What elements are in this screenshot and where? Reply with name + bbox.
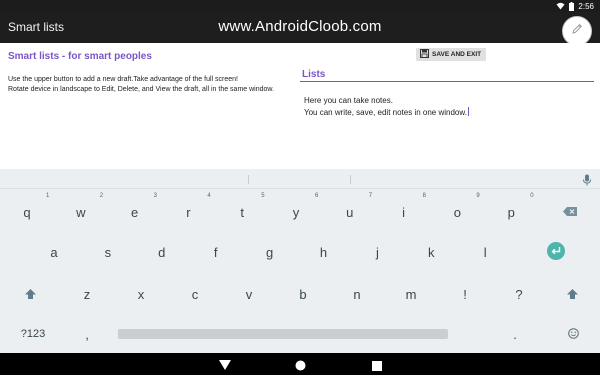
key-m[interactable]: m xyxy=(396,281,426,307)
key-period[interactable]: . xyxy=(500,321,530,347)
key-hint-7: 7 xyxy=(368,193,373,199)
status-bar: 2:56 xyxy=(0,0,600,12)
key-t[interactable]: t xyxy=(227,199,257,225)
key-e[interactable]: e xyxy=(120,199,150,225)
key-question[interactable]: ? xyxy=(504,281,534,307)
key-g[interactable]: g xyxy=(255,239,285,265)
save-and-exit-label: SAVE AND EXIT xyxy=(432,51,482,58)
instruction-line-2: Rotate device in landscape to Edit, Dele… xyxy=(8,86,275,93)
key-hint-8: 8 xyxy=(422,193,426,199)
key-z[interactable]: z xyxy=(72,281,102,307)
key-c[interactable]: c xyxy=(180,281,210,307)
soft-keyboard: q 1 w 2 e 3 r 4 t 5 y 6 u 7 i 8 o 9 p 0 a s d f g h j k l z x c v b n m!? ?1… xyxy=(0,169,600,353)
add-draft-button[interactable] xyxy=(562,16,592,46)
note-line-2-text: You can write, save, edit notes in one w… xyxy=(304,108,467,117)
status-time: 2:56 xyxy=(578,1,594,11)
text-cursor xyxy=(467,107,469,116)
floppy-disk-icon xyxy=(420,49,429,60)
shift-key-right[interactable] xyxy=(557,281,587,307)
mic-icon[interactable] xyxy=(582,173,592,191)
symbols-key[interactable]: ?123 xyxy=(15,321,51,347)
key-hint-6: 6 xyxy=(315,193,319,199)
key-b[interactable]: b xyxy=(288,281,318,307)
key-f[interactable]: f xyxy=(201,239,231,265)
key-s[interactable]: s xyxy=(93,239,123,265)
wifi-icon xyxy=(556,2,565,10)
key-hint-9: 9 xyxy=(476,193,480,199)
lists-heading: Lists xyxy=(302,69,326,80)
key-w[interactable]: w xyxy=(66,199,96,225)
key-p[interactable]: p xyxy=(496,199,526,225)
left-heading: Smart lists - for smart peoples xyxy=(8,51,152,62)
suggestion-strip xyxy=(0,169,600,189)
backspace-key[interactable] xyxy=(555,198,585,224)
key-comma[interactable]: , xyxy=(72,321,102,347)
key-x[interactable]: x xyxy=(126,281,156,307)
main-content: Smart lists - for smart peoples SAVE AND… xyxy=(0,43,600,169)
key-h[interactable]: h xyxy=(309,239,339,265)
key-i[interactable]: i xyxy=(389,199,419,225)
shift-icon xyxy=(566,287,578,302)
key-hint-5: 5 xyxy=(261,193,265,199)
shift-icon xyxy=(24,287,36,302)
suggestion-divider xyxy=(350,175,351,184)
lists-heading-underline xyxy=(300,81,594,82)
battery-icon xyxy=(569,1,575,11)
key-d[interactable]: d xyxy=(147,239,177,265)
key-hint-3: 3 xyxy=(153,193,157,199)
emoji-icon xyxy=(567,327,579,342)
enter-icon xyxy=(547,241,565,263)
home-icon[interactable] xyxy=(295,358,306,376)
note-line-1: Here you can take notes. xyxy=(304,96,393,105)
key-o[interactable]: o xyxy=(442,199,472,225)
note-editor[interactable]: Here you can take notes. You can write, … xyxy=(304,95,594,119)
key-y[interactable]: y xyxy=(281,199,311,225)
space-key[interactable] xyxy=(118,329,448,339)
key-l[interactable]: l xyxy=(470,239,500,265)
suggestion-divider xyxy=(248,175,249,184)
key-n[interactable]: n xyxy=(342,281,372,307)
key-hint-0: 0 xyxy=(530,193,534,199)
key-q[interactable]: q xyxy=(12,199,42,225)
key-a[interactable]: a xyxy=(39,239,69,265)
pencil-icon xyxy=(570,22,584,41)
key-r[interactable]: r xyxy=(173,199,203,225)
key-hint-2: 2 xyxy=(99,193,104,199)
key-hint-4: 4 xyxy=(207,193,211,199)
enter-key[interactable] xyxy=(541,239,571,265)
key-hint-1: 1 xyxy=(46,193,50,199)
app-bar: Smart lists www.AndroidCloob.com xyxy=(0,12,600,43)
navigation-bar xyxy=(0,353,600,375)
key-exclamation[interactable]: ! xyxy=(450,281,480,307)
watermark: www.AndroidCloob.com xyxy=(218,18,382,35)
shift-key-left[interactable] xyxy=(15,281,45,307)
save-and-exit-button[interactable]: SAVE AND EXIT xyxy=(416,48,486,61)
backspace-icon xyxy=(563,204,577,219)
back-icon[interactable] xyxy=(219,358,231,376)
instructions-text: Use the upper button to add a new draft.… xyxy=(8,75,298,95)
key-v[interactable]: v xyxy=(234,281,264,307)
key-k[interactable]: k xyxy=(416,239,446,265)
recents-icon[interactable] xyxy=(372,358,382,376)
instruction-line-1: Use the upper button to add a new draft.… xyxy=(8,76,238,83)
key-j[interactable]: j xyxy=(362,239,392,265)
key-u[interactable]: u xyxy=(335,199,365,225)
note-line-2: You can write, save, edit notes in one w… xyxy=(304,107,594,119)
emoji-key[interactable] xyxy=(558,321,588,347)
